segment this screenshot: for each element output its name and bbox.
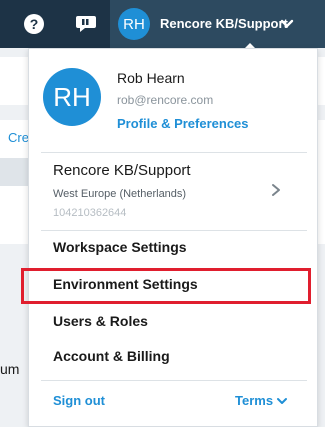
sign-out-link[interactable]: Sign out: [53, 393, 105, 408]
background-link[interactable]: Cre: [8, 130, 29, 145]
environment-settings-item[interactable]: Environment Settings: [53, 276, 198, 292]
tenant-region: West Europe (Netherlands): [53, 188, 187, 200]
top-bar: ? RH Rencore KB/Support: [0, 0, 325, 48]
workspace-settings-item[interactable]: Workspace Settings: [53, 239, 187, 255]
background-panel: [0, 186, 28, 244]
tenant-name: Rencore KB/Support: [160, 16, 288, 31]
terms-label: Terms: [235, 393, 274, 408]
user-name: Rob Hearn: [117, 70, 185, 86]
chevron-down-icon: [280, 19, 294, 28]
question-circle-icon: ?: [24, 14, 44, 34]
profile-preferences-link[interactable]: Profile & Preferences: [117, 116, 249, 131]
help-button[interactable]: ?: [22, 12, 46, 36]
background-panel: [0, 57, 28, 105]
speech-bubble-icon: [76, 16, 96, 32]
background-text: um: [0, 361, 20, 377]
user-avatar: RH: [43, 68, 101, 126]
divider: [41, 380, 307, 381]
chevron-right-icon: [272, 184, 280, 196]
chevron-down-icon: [277, 397, 288, 404]
tenant-id: 104210362644: [53, 207, 127, 219]
users-roles-item[interactable]: Users & Roles: [53, 313, 148, 329]
account-billing-item[interactable]: Account & Billing: [53, 348, 170, 364]
avatar: RH: [118, 8, 150, 40]
background-strip: [0, 158, 28, 186]
divider: [41, 230, 307, 231]
terms-menu[interactable]: Terms: [235, 393, 288, 408]
divider: [41, 152, 307, 153]
tenant-name: Rencore KB/Support: [53, 162, 191, 179]
user-email: rob@rencore.com: [117, 93, 214, 107]
feedback-button[interactable]: [74, 12, 98, 36]
account-dropdown: RH Rob Hearn rob@rencore.com Profile & P…: [21, 48, 318, 427]
